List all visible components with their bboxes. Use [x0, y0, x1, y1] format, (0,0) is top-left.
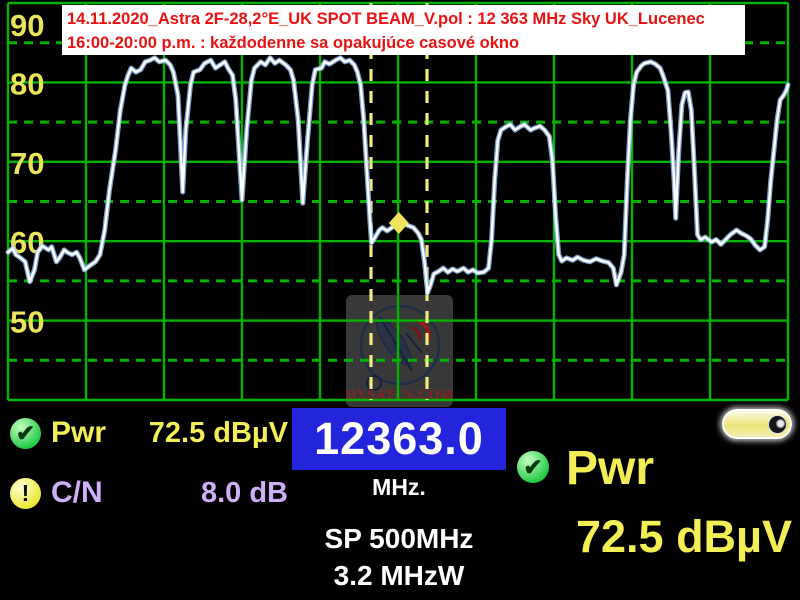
spectrum-analyzer-screen: DXSATCS.COM 90 80 70 60 50 14.11.2020_Astra …	[0, 0, 800, 600]
y-axis-tick-label: 80	[10, 66, 44, 101]
banner-line-2: 16:00-20:00 p.m. : každodenne sa opakujú…	[67, 31, 745, 55]
exclamation-glyph: !	[22, 482, 30, 505]
battery-cap	[768, 415, 787, 434]
cn-warning-icon: !	[10, 478, 41, 509]
watermark-text: DXSATCS.COM	[346, 388, 453, 404]
annotation-banner: 14.11.2020_Astra 2F-28,2°E_UK SPOT BEAM_…	[62, 5, 745, 55]
check-glyph: ✔	[16, 422, 35, 445]
marker-diamond-icon	[389, 212, 409, 234]
spectrum-trace-glow	[8, 58, 788, 293]
center-frequency-value: 12363.0	[314, 413, 484, 465]
pwr-ok-check-icon: ✔	[10, 418, 41, 449]
cn-readout-row: ! C/N 8.0 dB	[10, 476, 288, 510]
cn-label: C/N	[51, 476, 103, 510]
rbw-label: 3.2 MHzW	[279, 560, 519, 592]
y-axis-tick-label: 70	[10, 146, 44, 181]
big-pwr-label: Pwr	[566, 441, 654, 496]
pwr-label: Pwr	[51, 416, 106, 450]
y-axis-tick-label: 90	[10, 8, 44, 43]
pwr-value: 72.5 dBµV	[149, 417, 288, 450]
y-axis-tick-label: 60	[10, 225, 44, 260]
frequency-unit-label: MHz.	[292, 474, 506, 501]
check-glyph: ✔	[523, 456, 542, 479]
spectrum-trace	[8, 58, 788, 293]
pwr-readout-row: ✔ Pwr 72.5 dBµV	[10, 416, 288, 450]
big-pwr-value: 72.5 dBµV	[500, 511, 792, 563]
banner-line-1: 14.11.2020_Astra 2F-28,2°E_UK SPOT BEAM_…	[67, 7, 745, 31]
dxsatcs-watermark: DXSATCS.COM	[346, 295, 453, 407]
battery-icon	[722, 409, 792, 439]
readout-panel: ✔ Pwr 72.5 dBµV ! C/N 8.0 dB 12363.0 MHz…	[0, 403, 800, 600]
span-label: SP 500MHz	[279, 523, 519, 555]
center-frequency-display: 12363.0	[292, 408, 506, 470]
cn-value: 8.0 dB	[201, 477, 288, 510]
big-pwr-check-icon: ✔	[517, 451, 549, 483]
y-axis-tick-label: 50	[10, 305, 44, 340]
